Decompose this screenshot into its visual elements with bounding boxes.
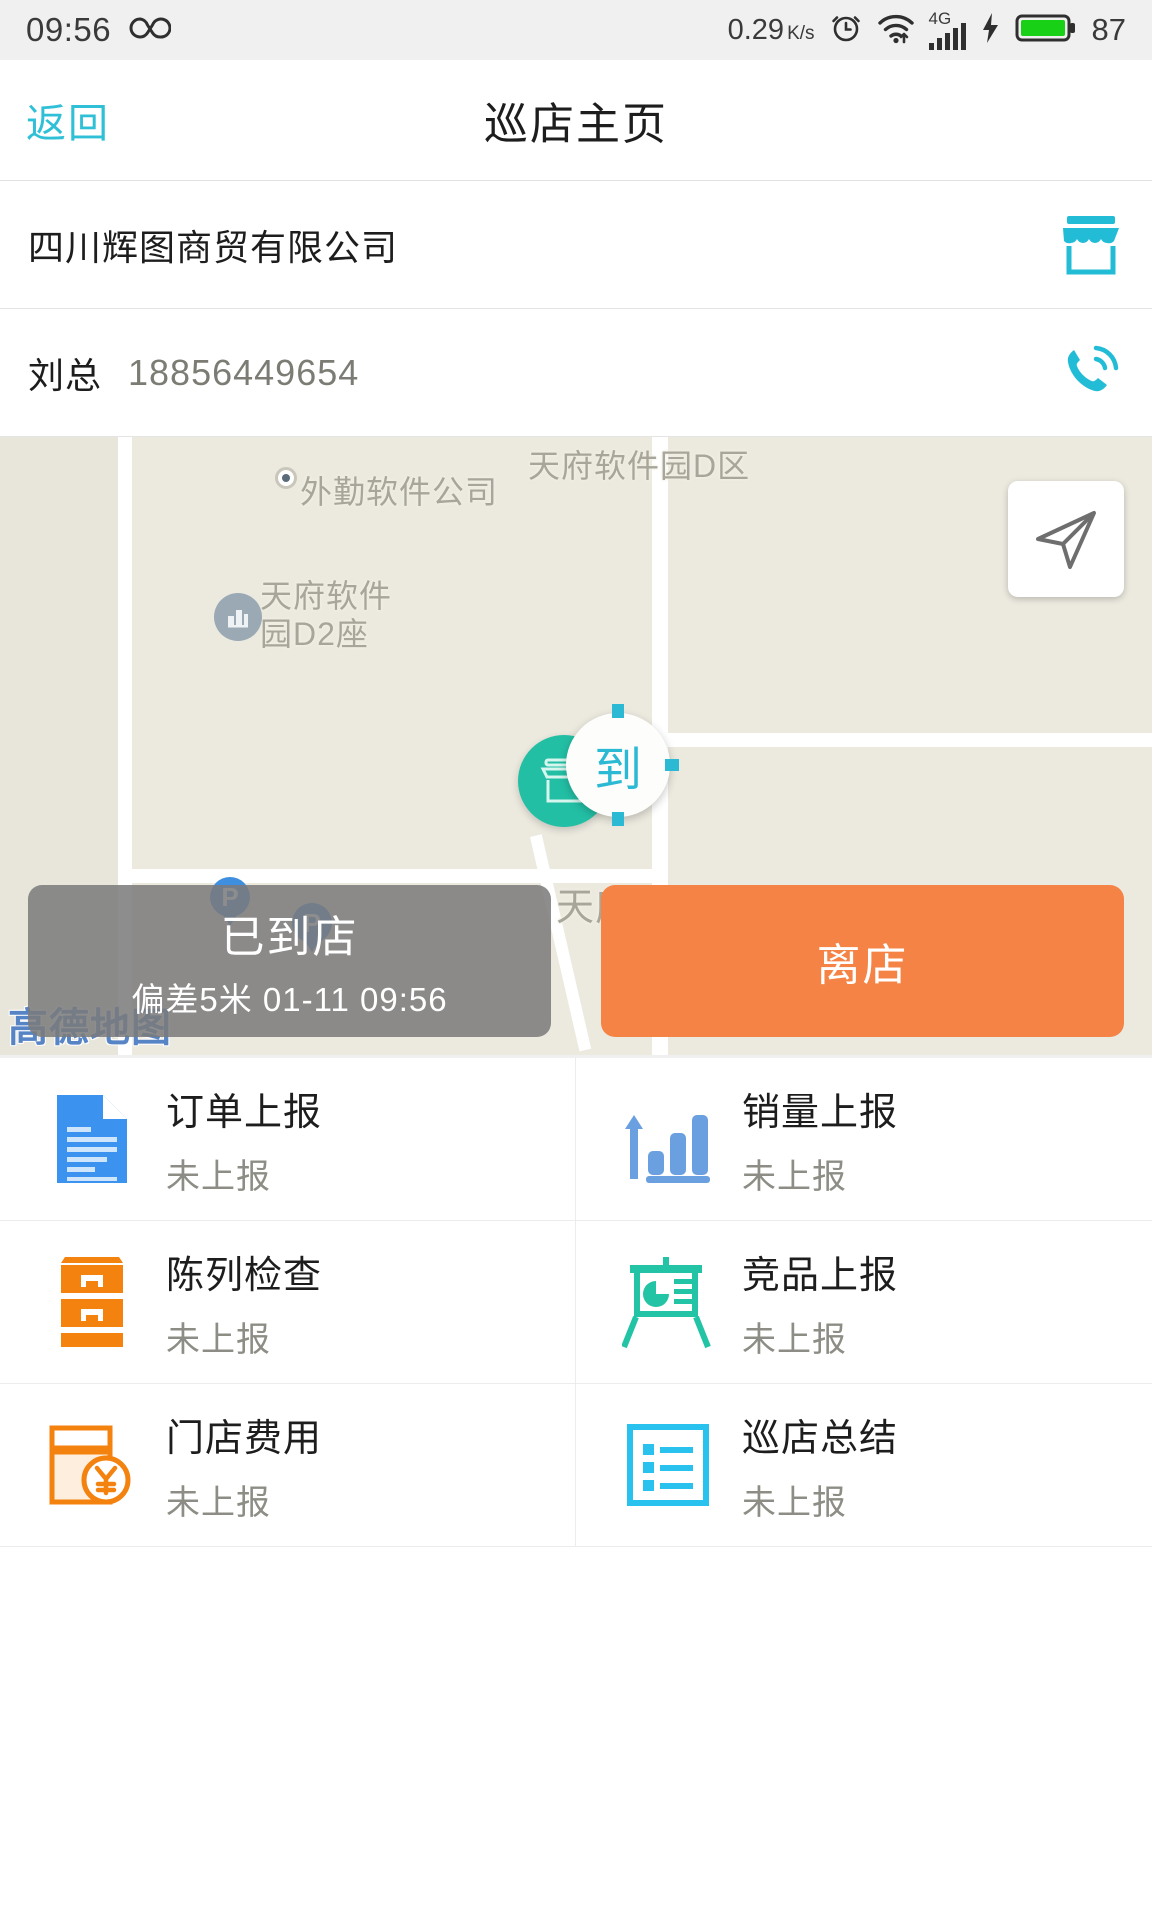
task-status: 未上报 <box>166 1320 271 1359</box>
task-title: 竞品上报 <box>742 1254 899 1297</box>
store-name-row[interactable]: 四川辉图商贸有限公司 <box>0 181 1152 309</box>
status-bar: 09:56 0.29 K/s 4G 87 <box>0 0 1152 60</box>
page-title: 巡店主页 <box>484 100 668 149</box>
task-title: 销量上报 <box>742 1091 899 1134</box>
arrived-button-subtitle: 偏差5米 01-11 09:56 <box>131 981 448 1018</box>
contact-row[interactable]: 刘总 18856449654 <box>0 309 1152 437</box>
network-speed-unit: K/s <box>787 22 815 44</box>
presentation-board-icon <box>620 1254 716 1350</box>
arrived-marker-badge: 到 <box>566 713 670 817</box>
wallet-yuan-icon <box>44 1417 140 1513</box>
status-bar-left: 09:56 <box>26 11 172 49</box>
nav-bar: 返回 巡店主页 <box>0 60 1152 181</box>
map-poi-dot[interactable] <box>275 467 297 489</box>
map-label-tianfu-d-zone-top: 天府软件园D区 <box>528 448 751 484</box>
infinity-icon <box>129 15 172 46</box>
map-view[interactable]: 外勤软件公司 天府软件园D区 天府软件 园D2座 天府软件园D区 P P 到 <box>0 437 1152 1055</box>
task-text: 销量上报 未上报 <box>742 1081 898 1198</box>
map-label-waiqin-software: 外勤软件公司 <box>300 474 499 510</box>
task-status: 未上报 <box>742 1157 847 1196</box>
store-name: 四川辉图商贸有限公司 <box>28 226 399 268</box>
status-bar-right: 0.29 K/s 4G 87 <box>728 8 1126 50</box>
alarm-clock-icon <box>829 11 863 50</box>
map-locate-button[interactable] <box>1008 481 1124 597</box>
battery-icon <box>1014 12 1076 49</box>
map-label-tianfu-d2: 天府软件 园D2座 <box>260 578 393 652</box>
map-road-horizontal-upper <box>652 733 1152 747</box>
battery-level: 87 <box>1091 12 1126 47</box>
wifi-icon <box>877 12 915 49</box>
network-speed: 0.29 K/s <box>728 14 815 47</box>
bar-chart-growth-icon <box>620 1091 716 1187</box>
leave-button[interactable]: 离店 <box>601 885 1124 1037</box>
list-checklist-icon <box>620 1417 716 1513</box>
leave-button-title: 离店 <box>816 941 909 990</box>
store-front-icon[interactable] <box>1058 214 1124 276</box>
charging-bolt-icon <box>980 12 1000 49</box>
task-text: 竞品上报 未上报 <box>742 1244 898 1361</box>
map-action-buttons: 已到店 偏差5米 01-11 09:56 离店 <box>0 885 1152 1037</box>
pin-tick-bottom <box>612 812 624 826</box>
arrived-button[interactable]: 已到店 偏差5米 01-11 09:56 <box>28 885 551 1037</box>
task-cell-competitor-report[interactable]: 竞品上报 未上报 <box>576 1221 1152 1384</box>
task-title: 巡店总结 <box>742 1417 899 1460</box>
back-button[interactable]: 返回 <box>26 91 110 149</box>
task-title: 订单上报 <box>166 1091 323 1134</box>
task-status: 未上报 <box>166 1157 271 1196</box>
map-poi-building-icon[interactable] <box>214 593 262 641</box>
task-cell-visit-summary[interactable]: 巡店总结 未上报 <box>576 1384 1152 1547</box>
phone-call-icon[interactable] <box>1058 340 1124 406</box>
task-cell-sales-report[interactable]: 销量上报 未上报 <box>576 1058 1152 1221</box>
task-status: 未上报 <box>166 1483 271 1522</box>
task-text: 陈列检查 未上报 <box>166 1244 322 1361</box>
task-text: 巡店总结 未上报 <box>742 1407 898 1524</box>
network-type-label: 4G <box>928 8 952 28</box>
contact-name: 刘总 <box>28 354 103 396</box>
network-speed-value: 0.29 <box>727 13 785 46</box>
arrived-button-title: 已到店 <box>220 913 359 962</box>
task-cell-order-report[interactable]: 订单上报 未上报 <box>0 1058 576 1221</box>
task-cell-display-check[interactable]: 陈列检查 未上报 <box>0 1221 576 1384</box>
map-road-horizontal-lower <box>118 869 668 883</box>
task-title: 门店费用 <box>166 1417 323 1460</box>
pin-tick-top <box>612 704 624 718</box>
document-report-icon <box>44 1091 140 1187</box>
task-grid: 订单上报 未上报 销量上报 未上报 陈列检查 未上报 竞品上报 未上报 门店费用… <box>0 1055 1152 1547</box>
contact-phone: 18856449654 <box>128 351 360 393</box>
task-cell-store-expense[interactable]: 门店费用 未上报 <box>0 1384 576 1547</box>
task-text: 门店费用 未上报 <box>166 1407 322 1524</box>
task-status: 未上报 <box>742 1320 847 1359</box>
task-status: 未上报 <box>742 1483 847 1522</box>
cabinet-shelf-icon <box>44 1254 140 1350</box>
pin-tick-right <box>665 759 679 771</box>
navigation-arrow-icon <box>1036 511 1096 569</box>
task-text: 订单上报 未上报 <box>166 1081 322 1198</box>
task-title: 陈列检查 <box>166 1254 323 1297</box>
signal-bars-icon: 4G <box>928 8 966 50</box>
status-time: 09:56 <box>26 11 112 48</box>
